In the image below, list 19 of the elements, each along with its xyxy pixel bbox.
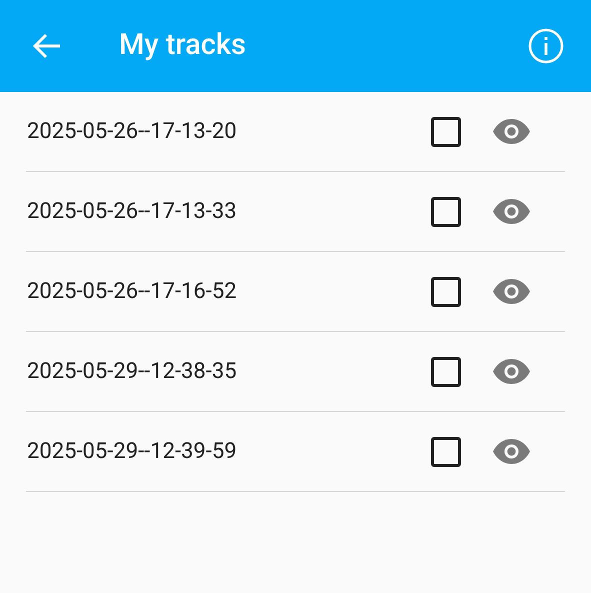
- checkbox[interactable]: [431, 436, 461, 466]
- eye-icon[interactable]: [493, 279, 530, 304]
- checkbox[interactable]: [431, 116, 461, 146]
- checkbox[interactable]: [431, 356, 461, 386]
- eye-icon[interactable]: [493, 359, 530, 384]
- track-name[interactable]: 2025-05-29--12-39-59: [27, 435, 237, 468]
- eye-icon[interactable]: [493, 119, 530, 144]
- screen-title: My tracks: [119, 27, 246, 64]
- track-name[interactable]: 2025-05-29--12-38-35: [27, 355, 237, 388]
- track-name[interactable]: 2025-05-26--17-13-20: [27, 115, 237, 148]
- info-button[interactable]: [528, 28, 564, 64]
- track-name[interactable]: 2025-05-26--17-16-52: [27, 275, 237, 308]
- info-icon: [528, 28, 564, 64]
- eye-icon[interactable]: [493, 199, 530, 224]
- checkbox[interactable]: [431, 276, 461, 306]
- eye-icon[interactable]: [493, 439, 530, 464]
- back-arrow-icon: [32, 33, 62, 59]
- checkbox[interactable]: [431, 196, 461, 226]
- track-name[interactable]: 2025-05-26--17-13-33: [27, 195, 237, 228]
